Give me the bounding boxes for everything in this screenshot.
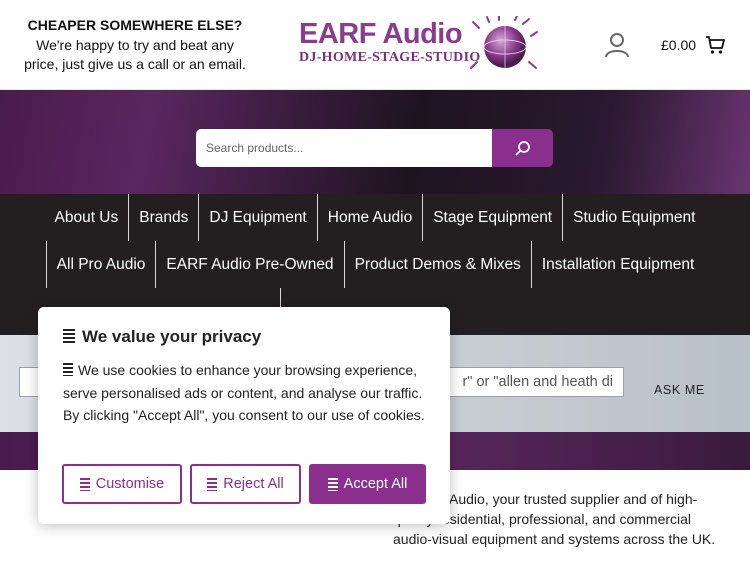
site-logo[interactable]: EARF Audio DJ-HOME-STAGE-STUDIO — [297, 14, 542, 76]
accept-icon — [327, 477, 338, 491]
nav-stage-equipment[interactable]: Stage Equipment — [423, 194, 564, 241]
price-promise: CHEAPER SOMEWHERE ELSE? We're happy to t… — [20, 16, 250, 75]
ask-me-button[interactable]: ASK ME — [654, 383, 705, 397]
customise-icon — [79, 477, 90, 491]
nav-home-audio[interactable]: Home Audio — [318, 194, 424, 241]
nav-installation-equipment[interactable]: Installation Equipment — [532, 241, 705, 288]
promo-headline: CHEAPER SOMEWHERE ELSE? — [27, 17, 243, 33]
cookie-consent-dialog: We value your privacy We use cookies to … — [38, 307, 450, 524]
cart-total[interactable]: £0.00 — [661, 37, 696, 53]
logo-title: EARF Audio — [299, 18, 463, 50]
accept-label: Accept All — [343, 476, 408, 492]
site-header: CHEAPER SOMEWHERE ELSE? We're happy to t… — [0, 0, 750, 90]
reject-icon — [207, 477, 218, 491]
cookie-policy-icon — [63, 329, 75, 345]
search-input[interactable] — [196, 129, 492, 167]
nav-about-us[interactable]: About Us — [45, 194, 130, 241]
cookie-body-text: We use cookies to enhance your browsing … — [63, 362, 425, 423]
product-search — [196, 129, 553, 167]
cookie-text-icon — [63, 363, 73, 376]
search-icon — [515, 141, 530, 156]
user-icon[interactable] — [604, 32, 630, 58]
nav-product-demos[interactable]: Product Demos & Mixes — [345, 241, 532, 288]
nav-row: About Us Brands DJ Equipment Home Audio … — [0, 194, 750, 241]
cookie-title: We value your privacy — [63, 327, 261, 347]
nav-brands[interactable]: Brands — [129, 194, 200, 241]
promo-text: We're happy to try and beat any price, j… — [24, 36, 246, 73]
cookie-body: We use cookies to enhance your browsing … — [63, 359, 433, 427]
logo-subtitle: DJ-HOME-STAGE-STUDIO — [299, 50, 481, 65]
cookie-actions: Customise Reject All Accept All — [62, 464, 426, 504]
logo-globe-icon — [470, 16, 538, 69]
nav-earf-pre-owned[interactable]: EARF Audio Pre-Owned — [156, 241, 345, 288]
customise-label: Customise — [95, 476, 165, 492]
cookie-title-text: We value your privacy — [82, 327, 262, 346]
nav-studio-equipment[interactable]: Studio Equipment — [563, 194, 705, 241]
hero-banner — [0, 90, 750, 194]
nav-dj-equipment[interactable]: DJ Equipment — [199, 194, 318, 241]
nav-row: All Pro Audio EARF Audio Pre-Owned Produ… — [0, 241, 750, 288]
search-button[interactable] — [492, 129, 553, 167]
accept-all-button[interactable]: Accept All — [309, 464, 426, 504]
reject-label: Reject All — [223, 476, 284, 492]
reject-all-button[interactable]: Reject All — [190, 464, 301, 504]
page: CHEAPER SOMEWHERE ELSE? We're happy to t… — [0, 0, 750, 563]
customise-button[interactable]: Customise — [62, 464, 182, 504]
cart-icon[interactable] — [705, 35, 725, 55]
nav-all-pro-audio[interactable]: All Pro Audio — [45, 241, 157, 288]
